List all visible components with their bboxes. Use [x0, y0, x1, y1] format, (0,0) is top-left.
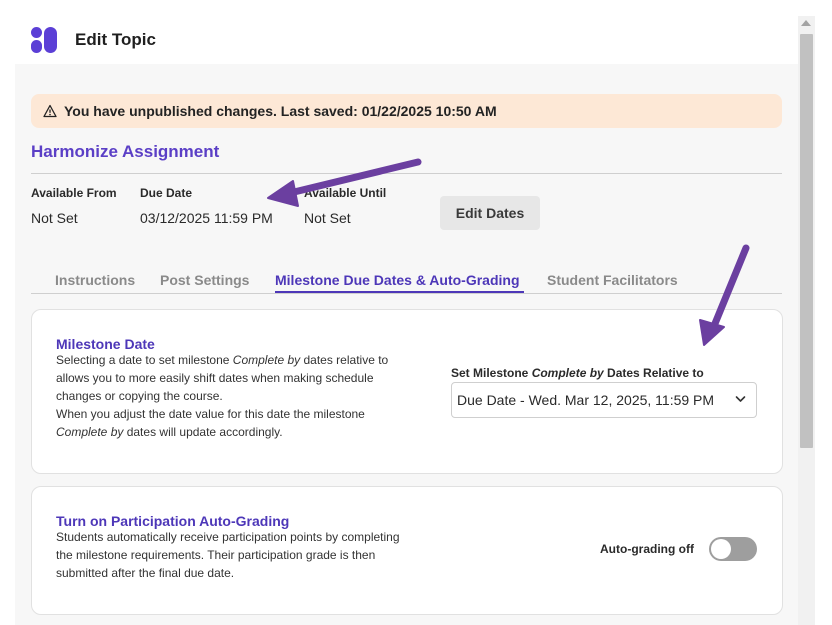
scroll-thumb[interactable]	[800, 34, 813, 448]
milestone-date-description: Selecting a date to set milestone Comple…	[56, 353, 389, 439]
milestone-relative-label: Set Milestone Complete by Dates Relative…	[451, 366, 704, 380]
milestone-relative-select[interactable]: Due Date - Wed. Mar 12, 2025, 11:59 PM	[451, 382, 757, 418]
tab-instructions[interactable]: Instructions	[55, 272, 135, 288]
available-until-value: Not Set	[304, 210, 351, 226]
app-logo-icon	[31, 27, 57, 53]
toggle-knob	[711, 539, 731, 559]
scroll-up-icon[interactable]	[801, 20, 811, 26]
edit-dates-button[interactable]: Edit Dates	[440, 196, 540, 230]
tab-student-facilitators[interactable]: Student Facilitators	[547, 272, 678, 288]
divider	[31, 173, 782, 174]
available-from-value: Not Set	[31, 210, 78, 226]
unpublished-banner: You have unpublished changes. Last saved…	[31, 94, 782, 128]
tab-bar: Instructions Post Settings Milestone Due…	[31, 266, 782, 294]
banner-text: You have unpublished changes. Last saved…	[64, 103, 497, 119]
active-tab-indicator	[275, 291, 524, 293]
autograding-card: Turn on Participation Auto-Grading Stude…	[31, 486, 783, 615]
assignment-title: Harmonize Assignment	[31, 142, 220, 161]
select-value: Due Date - Wed. Mar 12, 2025, 11:59 PM	[457, 392, 715, 408]
tab-post-settings[interactable]: Post Settings	[160, 272, 249, 288]
autograding-title: Turn on Participation Auto-Grading	[56, 513, 290, 529]
autograding-description: Students automatically receive participa…	[56, 530, 400, 580]
warning-icon	[43, 104, 57, 118]
header: Edit Topic	[0, 0, 800, 64]
autograding-toggle-label: Auto-grading off	[600, 542, 694, 556]
autograding-toggle[interactable]	[709, 537, 757, 561]
tab-milestone-due-dates[interactable]: Milestone Due Dates & Auto-Grading	[275, 272, 520, 288]
page-title: Edit Topic	[75, 30, 156, 49]
milestone-date-title: Milestone Date	[56, 336, 155, 352]
due-date-value: 03/12/2025 11:59 PM	[140, 210, 273, 226]
milestone-date-card: Milestone Date Selecting a date to set m…	[31, 309, 783, 474]
chevron-down-icon	[735, 396, 746, 402]
scrollbar[interactable]	[798, 16, 815, 625]
available-until-label: Available Until	[304, 186, 387, 200]
due-date-label: Due Date	[140, 186, 193, 200]
available-from-label: Available From	[31, 186, 117, 200]
